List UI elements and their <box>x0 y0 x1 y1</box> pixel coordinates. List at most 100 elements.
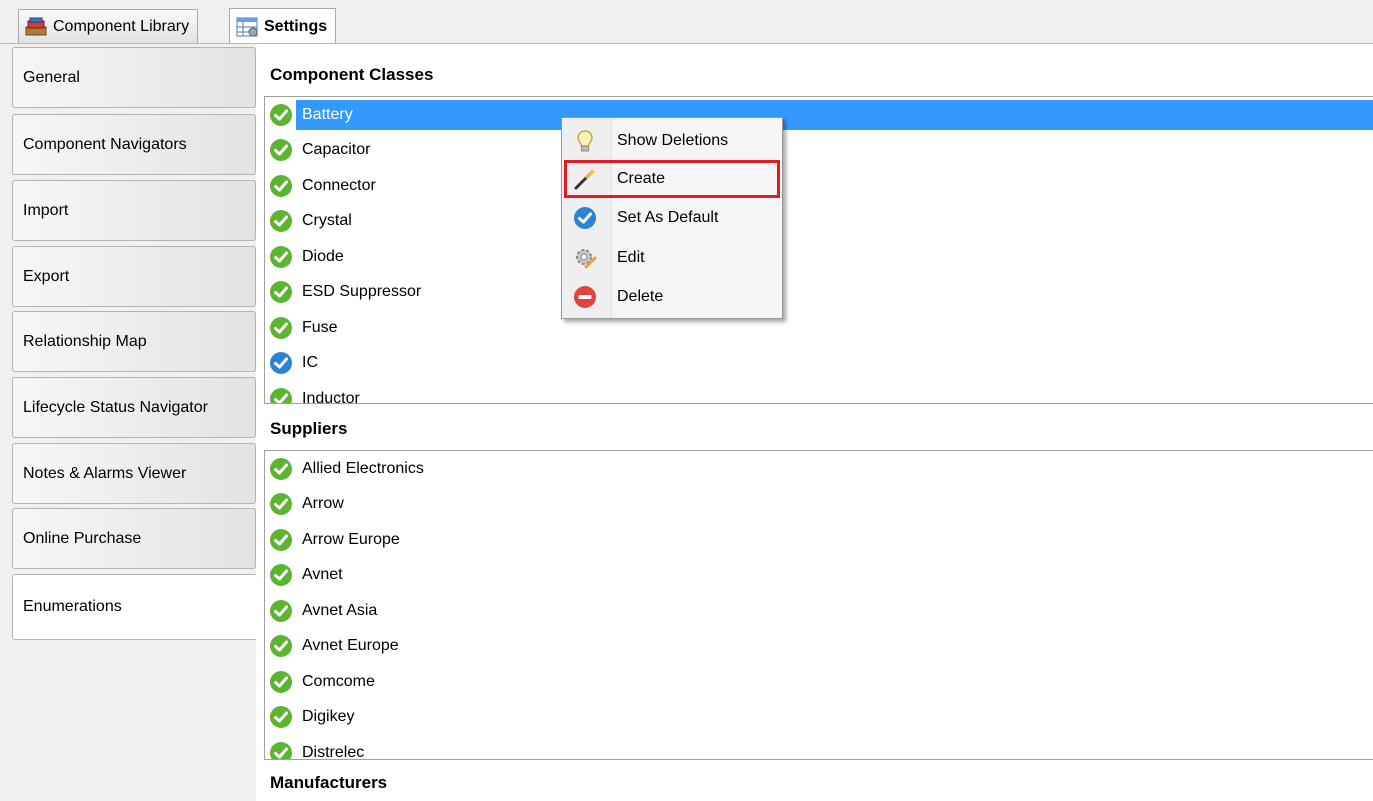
list-item[interactable]: Fuse <box>265 310 1373 346</box>
sidetab-label: Import <box>23 201 69 219</box>
sidetab-label: General <box>23 68 80 86</box>
context-menu: Show Deletions Create Set As Default Edi… <box>561 117 783 319</box>
blue-check-icon <box>574 207 596 229</box>
sidetab-component-navigators[interactable]: Component Navigators <box>12 114 256 175</box>
sidetab-label: Enumerations <box>23 598 122 615</box>
menu-item-show-deletions[interactable]: Show Deletions <box>565 123 779 159</box>
list-item[interactable]: Capacitor <box>265 133 1373 169</box>
list-item[interactable]: ESD Suppressor <box>265 275 1373 311</box>
list-item-label: Allied Electronics <box>302 459 424 477</box>
list-item-label: Crystal <box>302 212 352 230</box>
list-item-label: Avnet Europe <box>302 637 399 655</box>
section-title: Manufacturers <box>270 773 388 792</box>
sidetab-label: Export <box>23 267 70 285</box>
check-green-icon <box>270 103 292 126</box>
list-item[interactable]: Avnet Europe <box>265 629 1373 665</box>
component-library-icon <box>25 17 47 37</box>
enumerations-panel: Component Classes Battery Capacitor Conn… <box>256 44 1373 801</box>
list-item[interactable]: Connector <box>265 168 1373 204</box>
menu-item-create[interactable]: Create <box>564 160 780 198</box>
list-item[interactable]: Allied Electronics <box>265 451 1373 487</box>
list-item-label: Digikey <box>302 708 355 726</box>
list-item[interactable]: Avnet Asia <box>265 593 1373 629</box>
sidetab-relationship-map[interactable]: Relationship Map <box>12 311 256 372</box>
check-green-icon <box>270 635 292 658</box>
suppliers-list[interactable]: Allied Electronics Arrow Arrow Europe Av… <box>264 450 1373 760</box>
check-green-icon <box>270 528 292 551</box>
check-green-icon <box>270 741 292 759</box>
top-tab-strip: Component Library Settings <box>0 0 1373 44</box>
list-item-label: Arrow <box>302 495 344 513</box>
menu-item-label: Delete <box>617 288 664 305</box>
list-item[interactable]: Diode <box>265 239 1373 275</box>
list-item[interactable]: Distrelec <box>265 735 1373 760</box>
check-green-icon <box>270 139 292 162</box>
settings-table-icon <box>236 17 258 37</box>
list-item-label: Avnet Asia <box>302 601 378 619</box>
menu-item-label: Show Deletions <box>617 132 729 149</box>
sidetab-label: Notes & Alarms Viewer <box>23 464 187 482</box>
list-item-label: Connector <box>302 176 376 194</box>
sidetab-export[interactable]: Export <box>12 246 256 307</box>
list-item-label: Capacitor <box>302 141 371 159</box>
tab-component-library[interactable]: Component Library <box>18 9 199 43</box>
list-item-label: Diode <box>302 247 344 265</box>
list-item-label: Distrelec <box>302 743 365 760</box>
check-green-icon <box>270 564 292 587</box>
sidetab-label: Relationship Map <box>23 332 147 350</box>
check-green-icon <box>270 387 292 403</box>
list-item-label: Inductor <box>302 389 360 404</box>
menu-item-edit[interactable]: Edit <box>565 240 779 276</box>
list-item-label: ESD Suppressor <box>302 283 422 301</box>
list-item-label: Battery <box>296 99 1373 130</box>
lightbulb-icon <box>577 130 593 152</box>
tab-component-library-label: Component Library <box>53 17 190 35</box>
tab-settings[interactable]: Settings <box>229 8 337 44</box>
sidetab-import[interactable]: Import <box>12 180 256 241</box>
check-green-icon <box>270 457 292 480</box>
check-blue-icon <box>270 352 292 375</box>
list-item[interactable]: Arrow Europe <box>265 522 1373 558</box>
sidetab-notes-alarms-viewer[interactable]: Notes & Alarms Viewer <box>12 443 256 504</box>
list-item[interactable]: Inductor <box>265 381 1373 404</box>
check-green-icon <box>270 706 292 729</box>
list-item[interactable]: Digikey <box>265 700 1373 736</box>
tab-settings-label: Settings <box>264 17 328 35</box>
menu-item-label: Edit <box>617 249 645 266</box>
section-header-component-classes: Component Classes <box>256 57 1373 93</box>
list-item[interactable]: IC <box>265 346 1373 382</box>
sidetab-enumerations[interactable]: Enumerations <box>12 574 258 640</box>
sidetab-general[interactable]: General <box>12 47 256 108</box>
sidetab-online-purchase[interactable]: Online Purchase <box>12 508 256 569</box>
check-green-icon <box>270 316 292 339</box>
red-minus-icon <box>574 286 596 308</box>
sidetab-label: Lifecycle Status Navigator <box>23 398 208 416</box>
section-title: Suppliers <box>270 419 348 438</box>
menu-item-label: Create <box>617 170 666 187</box>
list-item-label: Arrow Europe <box>302 530 400 548</box>
magic-wand-icon <box>574 168 596 190</box>
list-item[interactable]: Crystal <box>265 204 1373 240</box>
check-green-icon <box>270 245 292 268</box>
sidetab-lifecycle-status-navigator[interactable]: Lifecycle Status Navigator <box>12 377 256 438</box>
component-classes-list[interactable]: Battery Capacitor Connector Crystal Diod… <box>264 96 1373 404</box>
list-item[interactable]: Arrow <box>265 487 1373 523</box>
list-item[interactable]: Comcome <box>265 664 1373 700</box>
check-green-icon <box>270 174 292 197</box>
menu-item-label: Set As Default <box>617 209 719 226</box>
menu-item-delete[interactable]: Delete <box>565 279 779 315</box>
check-green-icon <box>270 281 292 304</box>
check-green-icon <box>270 670 292 693</box>
section-header-manufacturers: Manufacturers <box>256 765 1373 801</box>
list-item-label: IC <box>302 354 318 372</box>
list-item[interactable]: Battery <box>265 97 1373 133</box>
section-title: Component Classes <box>270 65 434 84</box>
list-item-label: Comcome <box>302 672 375 690</box>
list-item-label: Fuse <box>302 318 338 336</box>
sidetab-label: Component Navigators <box>23 135 187 153</box>
menu-item-set-as-default[interactable]: Set As Default <box>565 200 779 236</box>
list-item[interactable]: Avnet <box>265 558 1373 594</box>
sidetab-label: Online Purchase <box>23 529 142 547</box>
section-header-suppliers: Suppliers <box>256 411 1373 447</box>
gear-pencil-icon <box>576 249 597 269</box>
